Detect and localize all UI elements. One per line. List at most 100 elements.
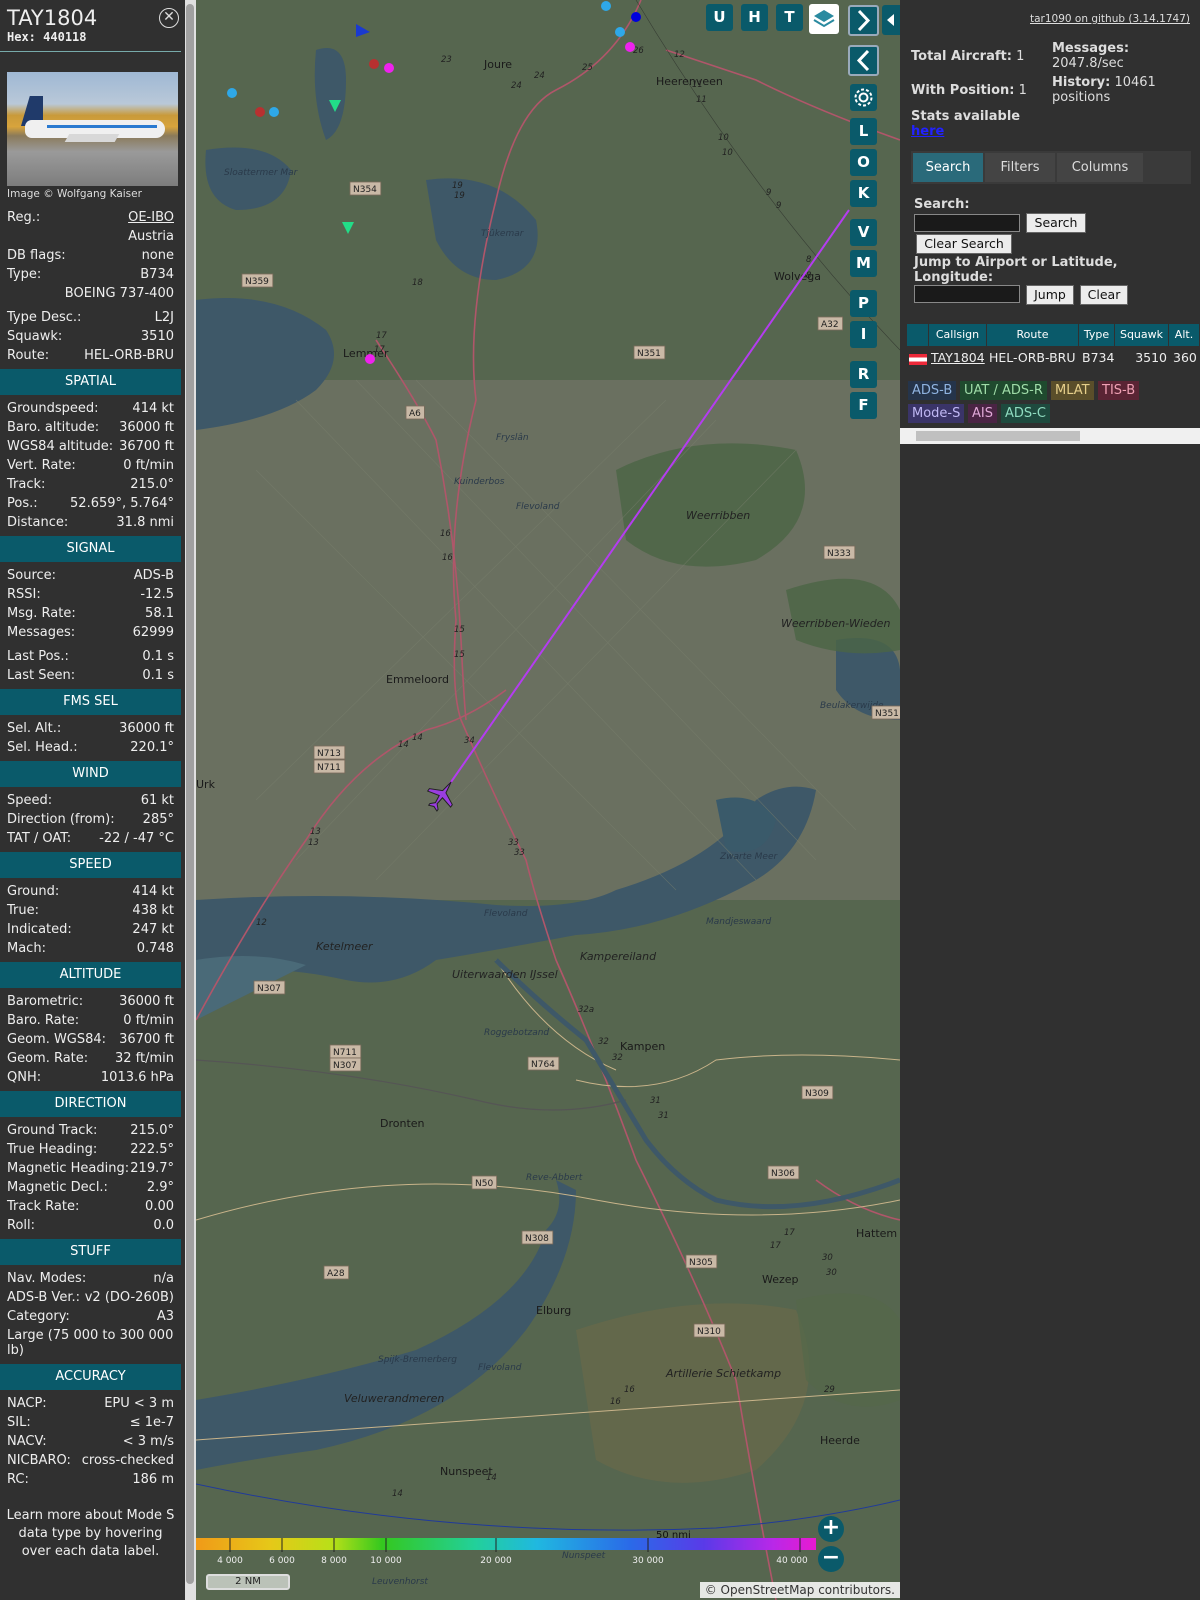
forward-chevron-icon[interactable] [848,5,879,36]
column-header-flag[interactable] [907,324,929,346]
stats-link[interactable]: here [911,124,944,139]
svg-text:16: 16 [442,553,453,563]
aircraft-marker[interactable] [255,107,265,117]
aircraft-marker[interactable] [601,1,611,11]
row-type: B734 [1082,350,1115,365]
map-button-m[interactable]: M [850,250,877,277]
aircraft-marker[interactable] [365,354,375,364]
hex-label: Hex: [7,30,36,44]
info-row: Geom. Rate: 32 ft/min [0,1049,181,1068]
map-button-u[interactable]: U [706,4,733,31]
aircraft-marker[interactable] [384,63,394,73]
info-row: Messages: 62999 [0,623,181,642]
info-row: Route: HEL-ORB-BRU [0,346,181,365]
tab-columns[interactable]: Columns [1057,153,1143,182]
info-row: Austria [0,227,181,246]
close-icon[interactable]: ✕ [159,8,179,28]
map-button-h[interactable]: H [741,4,768,31]
info-row: NACV: < 3 m/s [0,1432,181,1451]
map-button-k[interactable]: K [850,180,877,207]
zoom-out-icon[interactable]: − [818,1546,844,1572]
map-button-l[interactable]: L [850,118,877,145]
tab-filters[interactable]: Filters [985,153,1055,182]
map-button-i[interactable]: I [850,321,877,348]
hex-value: 440118 [43,30,87,44]
column-header-type[interactable]: Type [1079,324,1115,346]
svg-text:10: 10 [722,148,733,158]
info-row-label: Type Desc.: [7,310,82,325]
info-row-value: 0.1 s [142,649,174,664]
section-header-wind: WIND [0,761,181,787]
aircraft-photo[interactable] [7,72,178,186]
info-row-value: 36700 ft [119,439,174,454]
tab-search[interactable]: Search [913,153,983,182]
svg-text:11: 11 [692,80,703,90]
jump-button[interactable]: Jump [1026,285,1074,305]
info-row: DB flags: none [0,246,181,265]
search-button[interactable]: Search [1026,213,1086,233]
info-row: Sel. Head.: 220.1° [0,738,181,757]
info-row-value: -12.5 [140,587,174,602]
road-label: N711 [333,1048,357,1058]
map-button-o[interactable]: O [850,149,877,176]
aircraft-marker[interactable] [631,12,641,22]
map-button-f[interactable]: F [850,392,877,419]
info-row-label: WGS84 altitude: [7,439,114,454]
clear-button[interactable]: Clear [1080,285,1128,305]
info-row: Baro. altitude: 36000 ft [0,418,181,437]
search-input[interactable] [914,214,1020,232]
map-button-p[interactable]: P [850,290,877,317]
expand-collapse-icon[interactable] [882,5,900,35]
column-header-route[interactable]: Route [987,324,1079,346]
aircraft-marker[interactable] [369,59,379,69]
info-row-value: 32 ft/min [114,1051,174,1066]
map-button-r[interactable]: R [850,361,877,388]
map[interactable]: Joure Heerenveen Sloattermer Mar Tjûkema… [196,0,900,1600]
total-aircraft-label: Total Aircraft: [911,49,1012,64]
messages-stat: Messages: 2047.8/sec [1052,41,1129,71]
info-row: Magnetic Decl.: 2.9° [0,1178,181,1197]
aircraft-marker[interactable] [227,88,237,98]
svg-text:16: 16 [624,1385,635,1395]
table-scrollbar-thumb[interactable] [916,431,1080,441]
row-callsign[interactable]: TAY1804 [931,348,985,368]
svg-text:16: 16 [610,1397,621,1407]
map-attribution[interactable]: © OpenStreetMap contributors. [699,1582,900,1598]
layers-icon[interactable] [809,4,839,34]
info-row: Last Pos.: 0.1 s [0,647,181,666]
info-row: Type Desc.: L2J [0,308,181,327]
clear-search-button[interactable]: Clear Search [916,234,1012,254]
column-header-alt[interactable]: Alt. [1169,324,1200,346]
map-button-t[interactable]: T [776,4,803,31]
info-row-value: 222.5° [130,1142,174,1157]
info-row-label: Vert. Rate: [7,458,76,473]
aircraft-marker[interactable] [625,42,635,52]
place-elburg: Elburg [536,1304,571,1317]
info-row-label: Type: [7,267,42,282]
section-header-direction: DIRECTION [0,1091,181,1117]
info-row: RSSI: -12.5 [0,585,181,604]
info-row: Track: 215.0° [0,475,181,494]
back-chevron-icon[interactable] [848,45,879,76]
info-scrollbar[interactable] [185,0,196,1600]
info-scrollbar-thumb[interactable] [186,4,194,1584]
road-label: N359 [245,277,269,287]
github-link[interactable]: tar1090 on github (3.14.1747) [1030,13,1190,25]
svg-text:24: 24 [511,81,522,91]
jump-input[interactable] [914,285,1020,303]
aircraft-marker[interactable] [269,107,279,117]
table-horizontal-scrollbar[interactable] [900,428,1200,444]
zoom-in-icon[interactable]: + [818,1516,844,1542]
column-header-callsign[interactable]: Callsign [929,324,987,346]
place-emmeloord: Emmeloord [386,673,449,686]
info-row-value: 0 ft/min [123,1013,174,1028]
source-chip-ais: AIS [968,404,997,423]
settings-gear-icon[interactable] [850,84,877,111]
info-row: NACP: EPU < 3 m [0,1394,181,1413]
info-row: RC: 186 m [0,1470,181,1489]
map-button-v[interactable]: V [850,219,877,246]
aircraft-marker[interactable] [615,27,625,37]
column-header-squawk[interactable]: Squawk [1115,324,1169,346]
info-row-label: True: [7,903,39,918]
info-row-value[interactable]: OE-IBO [128,208,174,227]
